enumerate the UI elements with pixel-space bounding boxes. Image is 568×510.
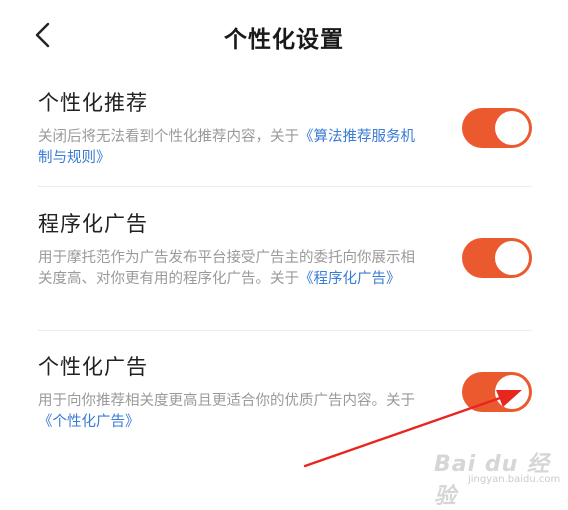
setting-description: 用于向你推荐相关度更高且更适合你的优质广告内容。关于《个性化广告》 — [38, 391, 423, 433]
description-text: 用于向你推荐相关度更高且更适合你的优质广告内容。关于 — [38, 393, 415, 409]
setting-description: 关闭后将无法看到个性化推荐内容，关于《算法推荐服务机制与规则》 — [38, 127, 423, 169]
description-text: 关闭后将无法看到个性化推荐内容，关于 — [38, 129, 299, 145]
personalized-ads-toggle[interactable] — [462, 372, 532, 412]
setting-programmatic-ads: 程序化广告 用于摩托范作为广告发布平台接受广告主的委托向你展示相关度高、对你更有… — [38, 211, 532, 290]
divider — [38, 186, 532, 187]
toggle-knob — [495, 111, 529, 145]
divider — [38, 330, 532, 331]
setting-description: 用于摩托范作为广告发布平台接受广告主的委托向你展示相关度高、对你更有用的程序化广… — [38, 248, 423, 290]
toggle-knob — [495, 241, 529, 275]
toggle-knob — [495, 375, 529, 409]
setting-title: 个性化推荐 — [38, 91, 148, 115]
header-bar: 个性化设置 — [0, 0, 568, 76]
programmatic-ads-toggle[interactable] — [462, 238, 532, 278]
setting-title: 个性化广告 — [38, 355, 148, 379]
programmatic-ads-link[interactable]: 《程序化广告》 — [299, 271, 401, 287]
watermark-logo: Bai du 经验 jingyan.baidu.com — [428, 444, 561, 509]
page-title: 个性化设置 — [224, 27, 344, 53]
setting-title: 程序化广告 — [38, 212, 148, 236]
personalized-recommendation-toggle[interactable] — [462, 108, 532, 148]
setting-personalized-recommendation: 个性化推荐 关闭后将无法看到个性化推荐内容，关于《算法推荐服务机制与规则》 — [38, 90, 532, 169]
setting-personalized-ads: 个性化广告 用于向你推荐相关度更高且更适合你的优质广告内容。关于《个性化广告》 — [38, 354, 532, 433]
personalized-ads-link[interactable]: 《个性化广告》 — [38, 414, 140, 430]
watermark-subtext: jingyan.baidu.com — [468, 474, 561, 485]
